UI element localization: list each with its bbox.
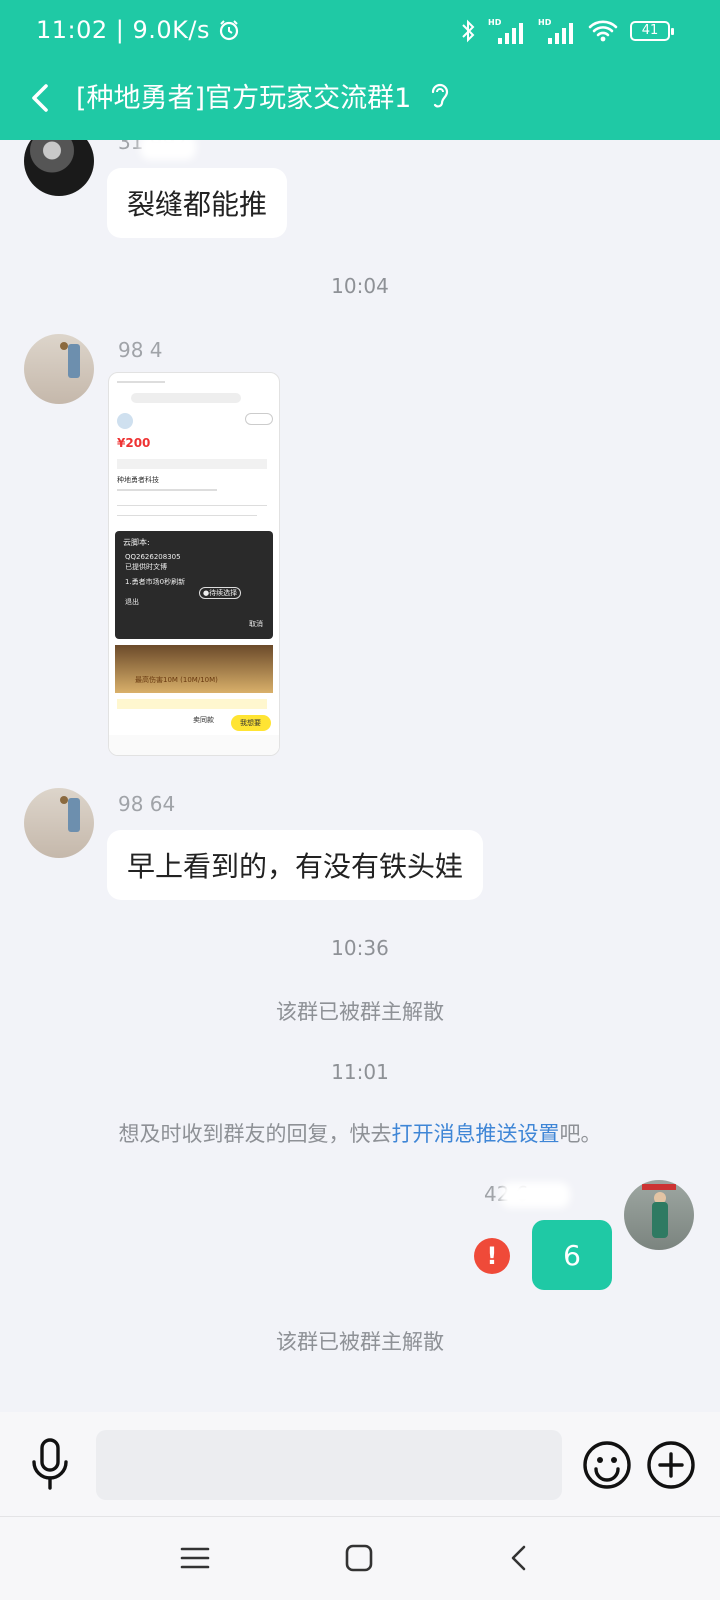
preview-want-button: 我想要 [231, 715, 271, 731]
preview-game-area: 最高伤害10M (10M/10M) [115, 645, 273, 693]
follow-pill [245, 413, 273, 425]
sender-name: 98 4 [118, 338, 163, 362]
preview-navbar [109, 735, 279, 755]
timestamp: 10:04 [331, 274, 389, 298]
sender-name: 98 64 [118, 792, 176, 816]
send-failed-icon[interactable]: ! [474, 1238, 510, 1274]
more-options-button[interactable] [646, 1440, 696, 1490]
alarm-icon [220, 20, 239, 41]
message-bubble[interactable]: 早上看到的，有没有铁头娃 [107, 830, 484, 900]
image-message[interactable]: ¥200 种地勇者科技 云脚本: QQ2626208305 已提供时文博 1.勇… [108, 372, 280, 756]
chat-title[interactable]: [种地勇者]官方玩家交流群1 [76, 76, 411, 115]
system-message: 该群已被群主解散 [276, 1000, 444, 1024]
preview-title: 种地勇者科技 [117, 476, 159, 484]
preview-popup: 云脚本: QQ2626208305 已提供时文博 1.勇者市场0秒刷新 退出 ●… [115, 531, 273, 639]
wifi-icon [588, 20, 618, 42]
my-avatar[interactable] [624, 1180, 694, 1250]
status-time: 11:02 | 9.0K/s [36, 16, 240, 44]
push-settings-link[interactable]: 打开消息推送设置 [392, 1122, 560, 1146]
system-message: 该群已被群主解散 [276, 1330, 444, 1354]
back-nav-icon[interactable] [502, 1541, 536, 1575]
signal-icon: HD [488, 18, 526, 44]
system-navigation-bar [0, 1516, 720, 1600]
timestamp: 10:36 [331, 936, 389, 960]
message-bubble[interactable]: 裂缝都能推 [107, 168, 288, 238]
input-bar [0, 1412, 720, 1516]
back-button[interactable] [22, 78, 62, 118]
sender-redaction [500, 1182, 570, 1208]
battery-icon: 41 [630, 21, 674, 41]
signal-icon-2: HD [538, 18, 576, 44]
preview-ask-button: 卖同款 [193, 716, 214, 724]
bluetooth-icon [462, 19, 475, 43]
emoji-button[interactable] [582, 1440, 632, 1490]
home-icon[interactable] [342, 1541, 376, 1575]
menu-icon[interactable] [178, 1541, 212, 1575]
voice-input-button[interactable] [28, 1436, 72, 1492]
avatar[interactable] [24, 140, 94, 196]
status-bar: 11:02 | 9.0K/s HD HD 41 [0, 0, 720, 66]
timestamp: 11:01 [331, 1060, 389, 1084]
message-input[interactable] [96, 1430, 562, 1500]
status-icons: HD HD 41 [460, 18, 674, 44]
push-settings-notice: 想及时收到群友的回复，快去打开消息推送设置吧。 [118, 1122, 602, 1146]
message-list[interactable]: 31 997 裂缝都能推 10:04 98 4 ¥200 种地勇者科技 云脚本:… [0, 140, 720, 1412]
my-message-bubble[interactable]: 6 [532, 1220, 612, 1290]
earpiece-mode-icon[interactable] [428, 80, 452, 112]
preview-price: ¥200 [117, 436, 151, 450]
top-bar: 11:02 | 9.0K/s HD HD 41 [种地勇者]官方玩家交流群1 [0, 0, 720, 140]
header: [种地勇者]官方玩家交流群1 [0, 66, 720, 140]
sender-redaction [140, 140, 196, 160]
avatar[interactable] [24, 334, 94, 404]
seller-avatar [117, 413, 133, 429]
avatar[interactable] [24, 788, 94, 858]
